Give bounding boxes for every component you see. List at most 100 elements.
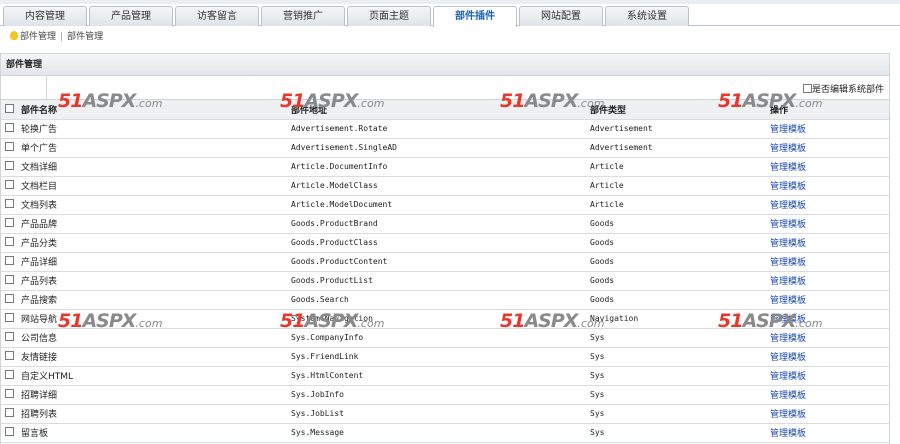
component-address: Article.ModelDocument: [289, 195, 588, 215]
action-cell: 管理模板: [768, 290, 889, 310]
table-row: 留言板 Sys.Message Sys 管理模板: [1, 423, 889, 443]
row-select-cell: [1, 290, 17, 310]
system-edit-option[interactable]: 是否编辑系统部件: [802, 82, 884, 95]
table-row: 友情链接 Sys.FriendLink Sys 管理模板: [1, 347, 889, 367]
row-select-cell: [1, 347, 17, 367]
manage-template-link[interactable]: 管理模板: [770, 258, 806, 268]
manage-template-link[interactable]: 管理模板: [770, 239, 806, 249]
row-select-cell: [1, 271, 17, 291]
row-checkbox[interactable]: [4, 275, 14, 284]
row-checkbox[interactable]: [4, 180, 14, 189]
breadcrumb-current: 部件管理: [67, 32, 104, 42]
manage-template-link[interactable]: 管理模板: [770, 144, 806, 154]
row-checkbox[interactable]: [4, 161, 14, 170]
component-address: Goods.ProductContent: [289, 252, 588, 272]
row-select-cell: [1, 119, 17, 139]
manage-template-link[interactable]: 管理模板: [770, 429, 806, 439]
column-header-type: 部件类型: [588, 100, 768, 120]
row-checkbox[interactable]: [4, 218, 14, 227]
action-cell: 管理模板: [768, 423, 889, 443]
tab-guestbook[interactable]: 访客留言: [175, 6, 259, 26]
component-table: 部件名称 部件地址 部件类型 操作 轮换广告 Advertisement.Rota…: [1, 100, 889, 443]
component-address: Goods.ProductBrand: [289, 214, 588, 234]
component-address: Sys.JobList: [289, 404, 588, 424]
component-name: 留言板: [17, 423, 289, 443]
row-select-cell: [1, 157, 17, 177]
table-header-row: 部件名称 部件地址 部件类型 操作: [1, 100, 889, 120]
row-checkbox[interactable]: [4, 294, 14, 303]
row-checkbox[interactable]: [4, 370, 14, 379]
row-checkbox[interactable]: [4, 237, 14, 246]
manage-template-link[interactable]: 管理模板: [770, 372, 806, 382]
row-checkbox[interactable]: [4, 256, 14, 265]
manage-template-link[interactable]: 管理模板: [770, 182, 806, 192]
table-row: 文档栏目 Article.ModelClass Article 管理模板: [1, 176, 889, 196]
component-name: 自定义HTML: [17, 366, 289, 386]
row-checkbox[interactable]: [4, 123, 14, 132]
row-select-cell: [1, 423, 17, 443]
table-row: 产品列表 Goods.ProductList Goods 管理模板: [1, 271, 889, 291]
row-select-cell: [1, 252, 17, 272]
component-address: Sys.FriendLink: [289, 347, 588, 367]
component-name: 网站导航: [17, 309, 289, 329]
top-strip: [0, 0, 900, 4]
row-select-cell: [1, 138, 17, 158]
manage-template-link[interactable]: 管理模板: [770, 315, 806, 325]
manage-template-link[interactable]: 管理模板: [770, 163, 806, 173]
component-type: Sys: [588, 423, 768, 443]
action-cell: 管理模板: [768, 252, 889, 272]
action-cell: 管理模板: [768, 309, 889, 329]
row-checkbox[interactable]: [4, 389, 14, 398]
component-type: Advertisement: [588, 119, 768, 139]
row-select-cell: [1, 176, 17, 196]
component-address: Sys.JobInfo: [289, 385, 588, 405]
manage-template-link[interactable]: 管理模板: [770, 125, 806, 135]
manage-template-link[interactable]: 管理模板: [770, 277, 806, 287]
component-type: Sys: [588, 347, 768, 367]
table-row: 文档列表 Article.ModelDocument Article 管理模板: [1, 195, 889, 215]
select-all-checkbox[interactable]: [4, 103, 14, 113]
manage-template-link[interactable]: 管理模板: [770, 410, 806, 420]
row-checkbox[interactable]: [4, 199, 14, 208]
tab-plugins[interactable]: 部件插件: [433, 6, 517, 27]
breadcrumb-item[interactable]: 部件管理: [20, 32, 56, 42]
column-header-action: 操作: [768, 100, 889, 120]
manage-template-link[interactable]: 管理模板: [770, 334, 806, 344]
table-row: 网站导航 System.Navigation Navigation 管理模板: [1, 309, 889, 329]
action-cell: 管理模板: [768, 119, 889, 139]
tab-themes[interactable]: 页面主题: [347, 6, 431, 26]
table-row: 公司信息 Sys.CompanyInfo Sys 管理模板: [1, 328, 889, 348]
toolbar-cell: [1, 76, 47, 99]
table-row: 轮换广告 Advertisement.Rotate Advertisement 管理模…: [1, 119, 889, 139]
tab-marketing[interactable]: 营销推广: [261, 6, 345, 26]
row-checkbox[interactable]: [4, 427, 14, 436]
component-name: 产品品牌: [17, 214, 289, 234]
component-type: Goods: [588, 252, 768, 272]
component-type: Advertisement: [588, 138, 768, 158]
action-cell: 管理模板: [768, 176, 889, 196]
component-type: Navigation: [588, 309, 768, 329]
manage-template-link[interactable]: 管理模板: [770, 201, 806, 211]
component-name: 招聘详细: [17, 385, 289, 405]
manage-template-link[interactable]: 管理模板: [770, 353, 806, 363]
tab-content[interactable]: 内容管理: [3, 6, 87, 26]
manage-template-link[interactable]: 管理模板: [770, 391, 806, 401]
manage-template-link[interactable]: 管理模板: [770, 296, 806, 306]
tab-products[interactable]: 产品管理: [89, 6, 173, 26]
row-checkbox[interactable]: [4, 351, 14, 360]
action-cell: 管理模板: [768, 366, 889, 386]
row-checkbox[interactable]: [4, 332, 14, 341]
component-name: 公司信息: [17, 328, 289, 348]
action-cell: 管理模板: [768, 347, 889, 367]
row-checkbox[interactable]: [4, 142, 14, 151]
tab-site-config[interactable]: 网站配置: [519, 6, 603, 26]
action-cell: 管理模板: [768, 271, 889, 291]
system-edit-checkbox[interactable]: [802, 84, 812, 93]
row-checkbox[interactable]: [4, 408, 14, 417]
tab-system-settings[interactable]: 系统设置: [605, 6, 689, 26]
row-select-cell: [1, 309, 17, 329]
manage-template-link[interactable]: 管理模板: [770, 220, 806, 230]
component-address: Article.ModelClass: [289, 176, 588, 196]
component-name: 文档详细: [17, 157, 289, 177]
row-checkbox[interactable]: [4, 313, 14, 322]
